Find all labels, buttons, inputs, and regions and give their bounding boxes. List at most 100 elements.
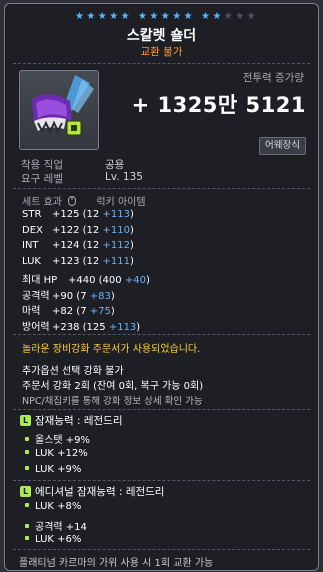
stat-name: DEX — [22, 224, 43, 236]
star-filled-icon: ★ — [97, 11, 107, 22]
stat-total: +90 — [52, 290, 77, 302]
trade-note: 교환 불가 — [140, 46, 183, 58]
stat-row: 최대 HP +440 (400 +40) — [22, 271, 150, 286]
stat-total: +125 — [52, 209, 83, 220]
legendary-badge-icon: L — [20, 486, 31, 497]
stat-bonus: +111 — [102, 255, 130, 267]
additional-potential-line: LUK +8% — [25, 501, 81, 512]
stat-bonus: +40 — [124, 275, 146, 286]
stat-row: INT +124 (12 +112) — [22, 240, 134, 251]
divider — [13, 63, 310, 64]
stat-bonus: +112 — [102, 240, 130, 251]
required-job-label: 착용 직업 — [21, 159, 63, 171]
star-filled-icon: ★ — [149, 11, 159, 22]
stat-name: LUK — [22, 255, 41, 267]
stat-total: +238 — [52, 321, 83, 333]
stat-row: 공격력 +90 (7 +83) — [22, 287, 115, 302]
item-icon-frame — [19, 70, 99, 150]
stat-base: (12 — [82, 255, 103, 267]
bullet-icon — [25, 450, 29, 454]
bullet-icon — [25, 437, 29, 441]
stat-name: 마력 — [22, 306, 41, 317]
star-filled-icon: ★ — [201, 11, 210, 22]
star-filled-icon: ★ — [109, 11, 119, 22]
star-filled-icon: ★ — [183, 11, 193, 22]
stat-row: 마력 +82 (7 +75) — [22, 302, 115, 317]
stat-base: (7 — [76, 290, 90, 302]
star-filled-icon: ★ — [75, 11, 84, 22]
npc-hint-notice: NPC/채집키를 통해 강화 정보 상세 확인 가능 — [22, 396, 203, 407]
stat-row: 방어력 +238 (125 +113) — [22, 318, 140, 333]
stat-total: +124 — [52, 240, 83, 251]
stat-base: (12 — [82, 224, 103, 236]
star-empty-icon: ★ — [246, 11, 256, 22]
item-name: 스칼렛 숄더 — [126, 28, 197, 44]
karma-scissors-note: 플래티넘 카르마의 가위 사용 시 1회 교환 가능 — [19, 558, 214, 569]
divider — [13, 549, 310, 550]
stat-row: LUK +123 (12 +111) — [22, 255, 134, 267]
upgrade-count-notice: 주문서 강화 2회 (잔여 0회, 복구 가능 0회) — [22, 381, 204, 392]
stat-base: (12 — [82, 240, 103, 251]
stat-name: 방어력 — [22, 321, 50, 333]
set-effect-row: 세트 효과 럭키 아이템 — [22, 193, 146, 208]
additional-potential-line: LUK +6% — [25, 534, 81, 545]
potential-line: 올스탯 +9% — [25, 431, 90, 446]
divider — [13, 409, 310, 410]
star-filled-icon: ★ — [172, 11, 182, 22]
star-empty-icon: ★ — [223, 11, 233, 22]
starforce-stars: ★ ★ ★ ★ ★ ★ ★ ★ ★ ★ ★ ★ ★ ★ ★ — [75, 11, 265, 23]
stat-bonus: +75 — [89, 306, 111, 317]
additional-potential-line: 공격력 +14 — [25, 518, 87, 533]
stat-total: +82 — [52, 306, 77, 317]
stat-bonus: +110 — [102, 224, 130, 236]
stat-name: STR — [22, 209, 42, 220]
star-filled-icon: ★ — [212, 11, 222, 22]
stat-bonus: +83 — [89, 290, 111, 302]
star-filled-icon: ★ — [86, 11, 96, 22]
mouse-icon — [68, 196, 77, 206]
required-job-value: 공용 — [105, 159, 125, 171]
stat-total: +440 — [68, 275, 99, 286]
star-filled-icon: ★ — [138, 11, 147, 22]
stat-base: (125 — [82, 321, 109, 333]
bullet-icon — [25, 536, 29, 540]
divider — [13, 334, 310, 335]
stat-name: 공격력 — [22, 290, 50, 302]
set-effect-label: 세트 효과 — [22, 197, 62, 208]
stat-bonus: +113 — [102, 209, 130, 220]
stat-base: (12 — [82, 209, 103, 220]
decoration-tag: 어웨장식 — [259, 137, 306, 155]
potential-line: LUK +9% — [25, 464, 81, 475]
shoulder-item-icon — [32, 75, 94, 136]
scroll-used-notice: 놀라운 장비강화 주문서가 사용되었습니다. — [22, 344, 201, 355]
potential-header: L 잠재능력 : 레전드리 — [20, 413, 123, 428]
extra-option-notice: 추가옵션 선택 강화 불가 — [22, 366, 124, 377]
stat-name: 최대 HP — [22, 275, 58, 286]
divider — [13, 188, 310, 189]
potential-line: LUK +12% — [25, 448, 88, 459]
required-level-value: Lv. 135 — [105, 171, 143, 183]
stat-row: STR +125 (12 +113) — [22, 209, 134, 220]
additional-potential-header: L 에디셔널 잠재능력 : 레전드리 — [20, 484, 164, 499]
power-increase-label: 전투력 증가량 — [242, 72, 304, 84]
stat-base: (400 — [98, 275, 125, 286]
item-tooltip: ★ ★ ★ ★ ★ ★ ★ ★ ★ ★ ★ ★ ★ ★ ★ 스칼렛 숄더 교환 불가 전투력 증가량 + 1… — [4, 3, 319, 571]
stat-total: +123 — [52, 255, 83, 267]
required-level-label: 요구 레벨 — [21, 173, 63, 185]
stat-row: DEX +122 (12 +110) — [22, 224, 134, 236]
power-increase-value: + 1325만 5121 — [131, 93, 306, 117]
stat-name: INT — [22, 240, 39, 251]
bullet-icon — [25, 466, 29, 470]
stat-bonus: +113 — [108, 321, 137, 333]
star-filled-icon: ★ — [120, 11, 130, 22]
stat-base: (7 — [76, 306, 90, 317]
stat-total: +122 — [52, 224, 83, 236]
bullet-icon — [25, 503, 29, 507]
bullet-icon — [25, 524, 29, 528]
divider — [13, 480, 310, 481]
star-empty-icon: ★ — [235, 11, 245, 22]
legendary-badge-icon: L — [20, 415, 31, 426]
star-filled-icon: ★ — [160, 11, 170, 22]
potential-title: 잠재능력 : 레전드리 — [35, 415, 123, 427]
additional-potential-title: 에디셔널 잠재능력 : 레전드리 — [35, 486, 165, 498]
